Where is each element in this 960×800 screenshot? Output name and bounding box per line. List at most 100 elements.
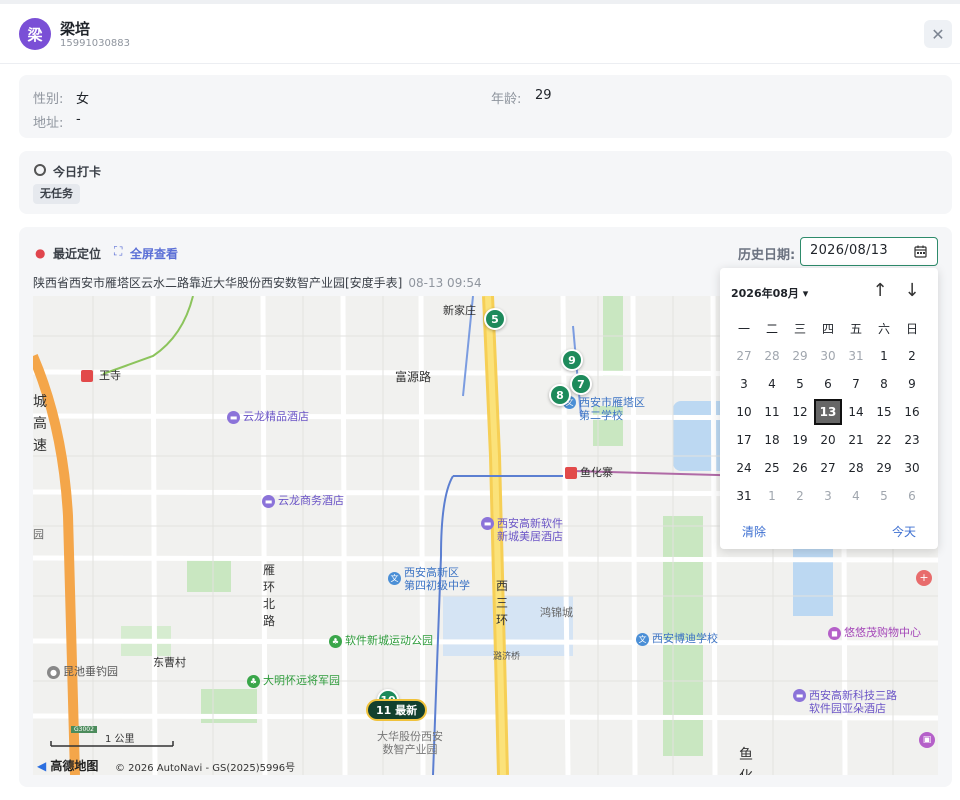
hotel-icon: ▬ bbox=[793, 689, 806, 702]
status-badge: 无任务 bbox=[33, 184, 80, 204]
calendar-day[interactable]: 30 bbox=[898, 455, 926, 481]
map-label-hongjincheng: 鸿锦城 bbox=[540, 606, 573, 619]
history-date-input[interactable]: 2026/08/13 bbox=[800, 237, 938, 266]
school-icon: 文 bbox=[388, 572, 401, 585]
poi-bodi-school: 文西安博迪学校 bbox=[636, 632, 718, 646]
info-card: 性别: 女 年龄: 29 地址: - bbox=[19, 75, 952, 138]
calendar-day[interactable]: 19 bbox=[786, 427, 814, 453]
poi-youyoumao: ◼ 悠悠茂购物中心 bbox=[828, 626, 921, 640]
map-label-yuan: 园 bbox=[33, 528, 44, 541]
calendar-day[interactable]: 20 bbox=[814, 427, 842, 453]
close-button[interactable]: ✕ bbox=[924, 20, 952, 48]
hotel-icon: ▬ bbox=[481, 517, 494, 530]
calendar-day[interactable]: 4 bbox=[842, 483, 870, 509]
wangsi-text: 王寺 bbox=[99, 369, 121, 382]
calendar-day[interactable]: 16 bbox=[898, 399, 926, 425]
calendar-day[interactable]: 27 bbox=[730, 343, 758, 369]
map-marker[interactable]: 8 bbox=[549, 384, 571, 406]
poi-name: 西安市雁塔区 第二学校 bbox=[579, 396, 645, 422]
calendar-day[interactable]: 26 bbox=[786, 455, 814, 481]
calendar-day[interactable]: 22 bbox=[870, 427, 898, 453]
prev-month-button[interactable]: ↑ bbox=[870, 280, 890, 301]
poi-yunlong-jingpin: ▬ 云龙精品酒店 bbox=[227, 410, 309, 424]
next-month-button[interactable]: ↓ bbox=[902, 280, 922, 301]
clear-button[interactable]: 清除 bbox=[742, 523, 766, 540]
poi-atour-hotel: ▬ 西安高新科技三路 软件园亚朵酒店 bbox=[793, 689, 897, 715]
weekday-label: 四 bbox=[821, 321, 834, 336]
address-label: 地址: bbox=[33, 116, 64, 131]
week-row: 31 1 2 3 4 5 6 bbox=[730, 482, 936, 510]
calendar-day[interactable]: 28 bbox=[842, 455, 870, 481]
calendar-day[interactable]: 31 bbox=[842, 343, 870, 369]
map-marker[interactable]: 7 bbox=[570, 373, 592, 395]
gender-label: 性别: bbox=[33, 92, 64, 107]
calendar-day[interactable]: 27 bbox=[814, 455, 842, 481]
calendar-day[interactable]: 30 bbox=[814, 343, 842, 369]
fullscreen-icon[interactable]: ⛶ bbox=[114, 244, 122, 259]
calendar-day[interactable]: 28 bbox=[758, 343, 786, 369]
calendar-day[interactable]: 24 bbox=[730, 455, 758, 481]
today-button[interactable]: 今天 bbox=[892, 523, 916, 540]
calendar-day[interactable]: 17 bbox=[730, 427, 758, 453]
calendar-day[interactable]: 29 bbox=[870, 455, 898, 481]
week-row: 3456789 bbox=[730, 370, 936, 398]
location-time: 08-13 09:54 bbox=[408, 276, 482, 290]
calendar-day[interactable]: 2 bbox=[786, 483, 814, 509]
poi-meiju-hotel: ▬ 西安高新软件 新城美居酒店 bbox=[481, 517, 563, 543]
age-label: 年龄: bbox=[491, 92, 522, 107]
calendar-day[interactable]: 18 bbox=[758, 427, 786, 453]
map-label-yuhuazhai: 鱼化寨 bbox=[565, 464, 613, 480]
week-row: 17 18 19 20 21 22 23 bbox=[730, 426, 936, 454]
calendar-day[interactable]: 3 bbox=[814, 483, 842, 509]
calendar-day[interactable]: 10 bbox=[730, 399, 758, 425]
latest-marker[interactable]: 11 最新 bbox=[366, 699, 428, 721]
calendar-day[interactable]: 7 bbox=[842, 371, 870, 397]
calendar-month-select[interactable]: 2026年08月 ▾ bbox=[731, 285, 808, 301]
weekday-row: 一 二 三 四 五 六 日 bbox=[730, 314, 936, 342]
avatar: 梁 bbox=[19, 18, 51, 50]
calendar-day[interactable]: 3 bbox=[730, 371, 758, 397]
map-label-yuhua: 鱼 化 bbox=[739, 747, 753, 775]
calendar-day[interactable]: 1 bbox=[758, 483, 786, 509]
calendar-day[interactable]: 5 bbox=[870, 483, 898, 509]
poi-name: 悠悠茂购物中心 bbox=[844, 626, 921, 639]
calendar-day[interactable]: 6 bbox=[814, 371, 842, 397]
map-label-yanhuanbeilu: 雁 环 北 路 bbox=[263, 563, 276, 628]
map-marker[interactable]: 9 bbox=[561, 349, 583, 371]
map-label-xisanhuan: 西 三 环 bbox=[496, 579, 509, 627]
fullscreen-link[interactable]: 全屏查看 bbox=[130, 245, 178, 262]
calendar-day[interactable]: 31 bbox=[730, 483, 758, 509]
calendar-day[interactable]: 12 bbox=[786, 399, 814, 425]
calendar-day[interactable]: 25 bbox=[758, 455, 786, 481]
calendar-day[interactable]: 9 bbox=[898, 371, 926, 397]
calendar-day[interactable]: 29 bbox=[786, 343, 814, 369]
calendar-icon bbox=[914, 245, 927, 258]
map-marker[interactable]: 5 bbox=[484, 308, 506, 330]
poi-name: 西安高新科技三路 软件园亚朵酒店 bbox=[809, 689, 897, 715]
week-row: 10 11 12 13 14 15 16 bbox=[730, 398, 936, 426]
calendar-day[interactable]: 4 bbox=[758, 371, 786, 397]
calendar-day[interactable]: 14 bbox=[842, 399, 870, 425]
calendar-day[interactable]: 23 bbox=[898, 427, 926, 453]
user-phone: 15991030883 bbox=[60, 38, 130, 49]
calendar-day[interactable]: 15 bbox=[870, 399, 898, 425]
calendar-day[interactable]: 21 bbox=[842, 427, 870, 453]
yuhuazhai-text: 鱼化寨 bbox=[580, 466, 613, 479]
poi-name: 云龙商务酒店 bbox=[278, 494, 344, 507]
poi-yunlong-shangwu: ▬ 云龙商务酒店 bbox=[262, 494, 344, 508]
calendar-day[interactable]: 8 bbox=[870, 371, 898, 397]
weekday-label: 日 bbox=[905, 321, 918, 336]
map-label-fuyuanlu: 富源路 bbox=[395, 370, 432, 384]
calendar-day[interactable]: 2 bbox=[898, 343, 926, 369]
poi-kunchi: ● 昆池垂钓园 bbox=[47, 665, 118, 679]
map-copyright: © 2026 AutoNavi - GS(2025)5996号 bbox=[115, 763, 296, 774]
poi-sports-park: ♣ 软件新城运动公园 bbox=[329, 634, 433, 648]
calendar-day[interactable]: 11 bbox=[758, 399, 786, 425]
calendar-day[interactable]: 13 bbox=[814, 399, 842, 425]
calendar-day[interactable]: 6 bbox=[898, 483, 926, 509]
calendar-day[interactable]: 1 bbox=[870, 343, 898, 369]
park-icon: ♣ bbox=[247, 674, 260, 688]
poi-daming-park: ♣ 大明怀远将军园 bbox=[247, 674, 340, 688]
poi-name: 昆池垂钓园 bbox=[63, 665, 118, 678]
calendar-day[interactable]: 5 bbox=[786, 371, 814, 397]
